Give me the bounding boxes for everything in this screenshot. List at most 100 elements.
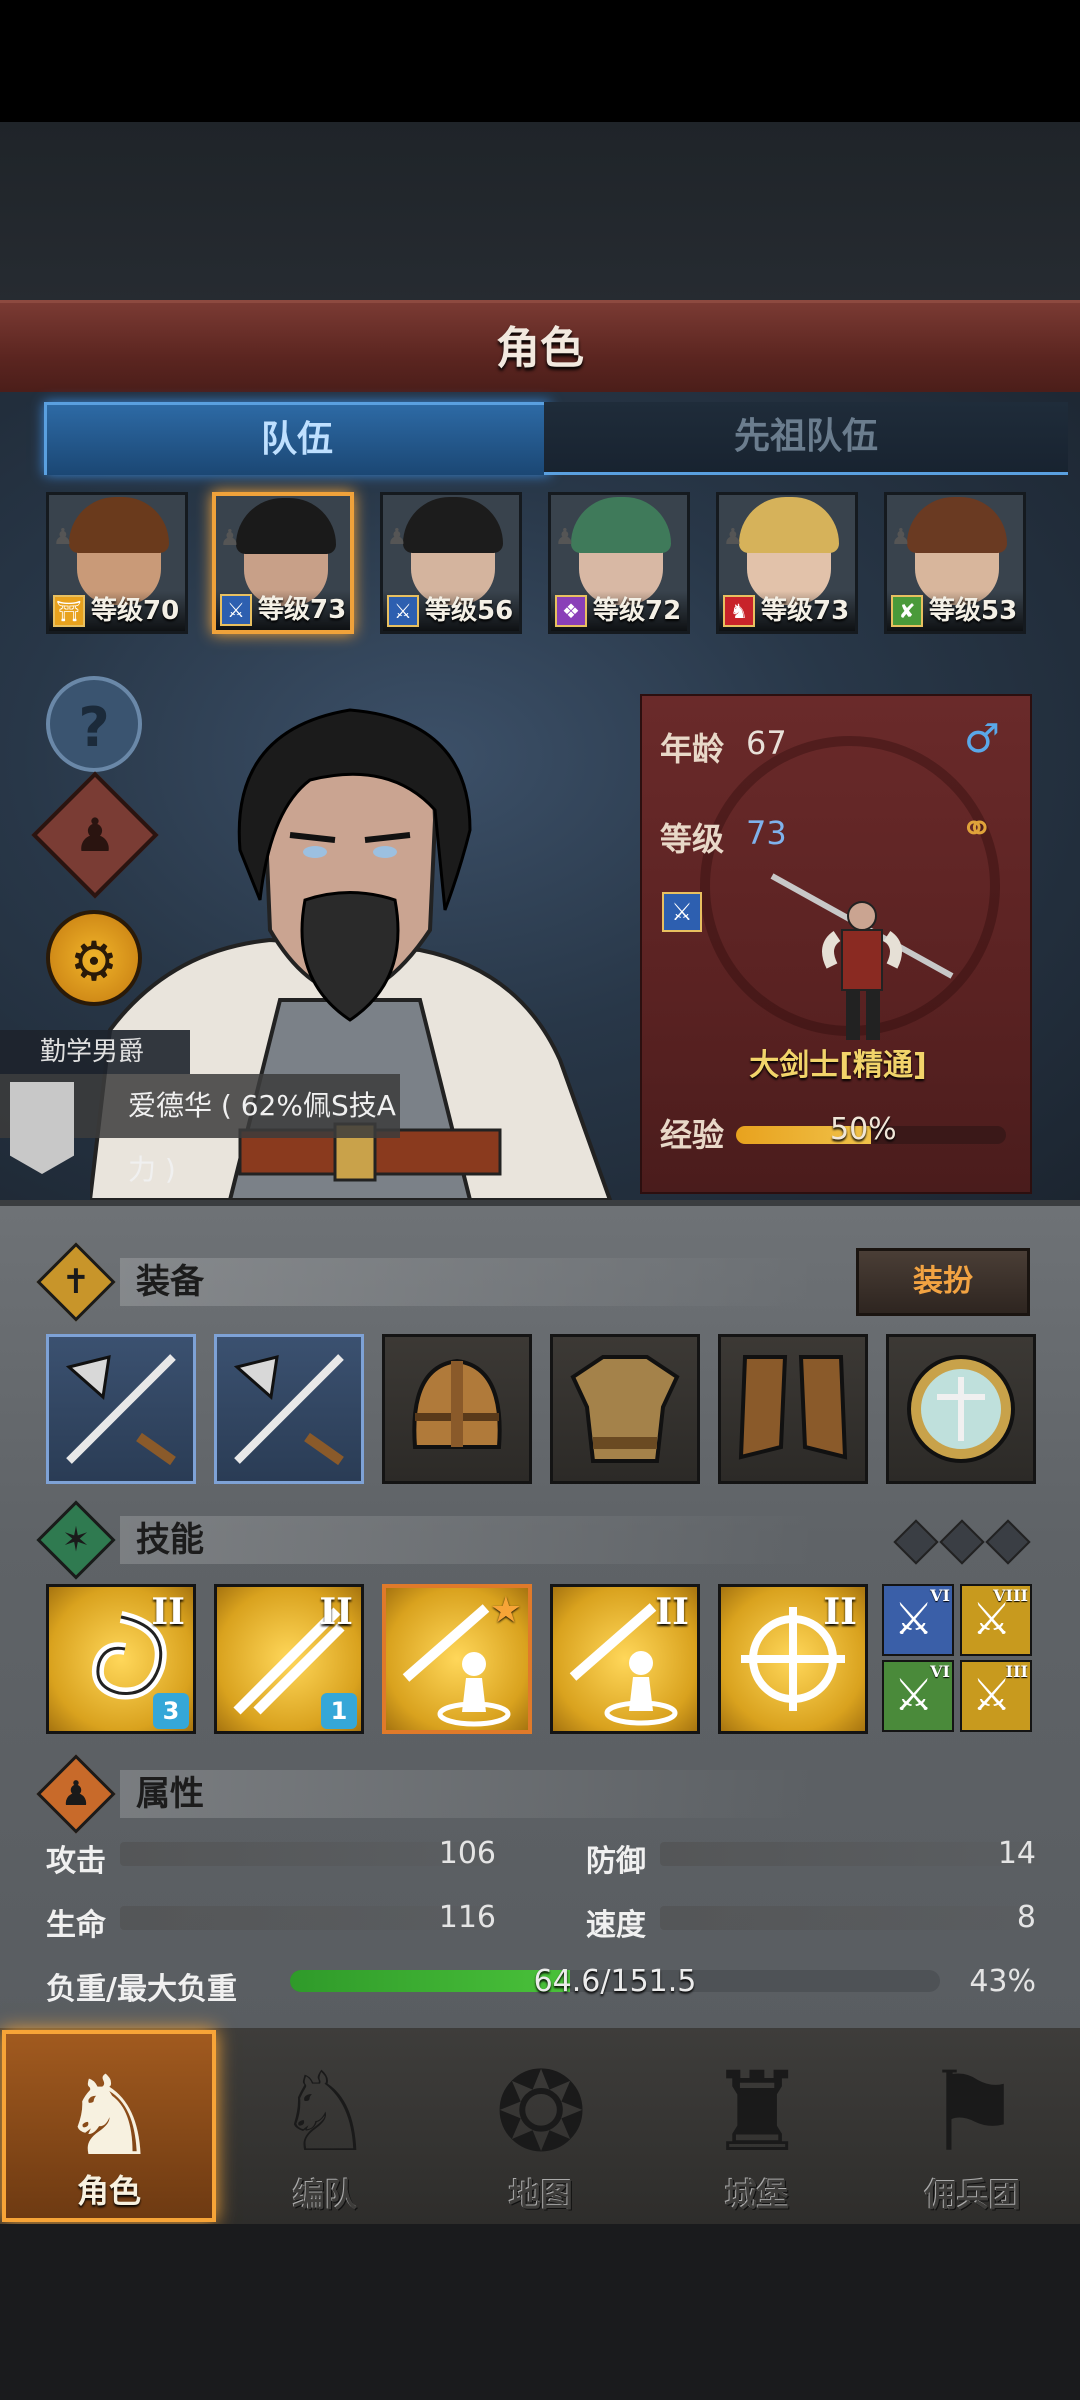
greatsword-icon: ⚔ — [220, 594, 252, 626]
equipment-slot[interactable] — [382, 1334, 532, 1484]
skill-slot[interactable]: ★ — [382, 1584, 532, 1734]
portrait-hair — [907, 497, 1007, 553]
silhouette-icon: ♟ — [220, 526, 240, 551]
skill-slot[interactable]: II — [718, 1584, 868, 1734]
nav-label: 城堡 — [724, 2176, 789, 2214]
silhouette-icon: ♟ — [387, 525, 407, 550]
knight-icon: ♞ — [59, 2052, 159, 2180]
skill-slot[interactable]: II 1 — [214, 1584, 364, 1734]
boots-icon — [721, 1337, 865, 1481]
passive-skill-slot[interactable]: ⚔ III — [960, 1660, 1032, 1732]
defense-value: 14 — [997, 1836, 1036, 1871]
portrait-hair — [403, 497, 503, 553]
passive-rank: VI — [930, 1662, 950, 1681]
helmet-icon: ♘ — [275, 2048, 375, 2176]
speed-label: 速度 — [586, 1908, 646, 1943]
person-icon: ♟ — [60, 1774, 92, 1814]
passive-skill-slot[interactable]: ⚔ VI — [882, 1660, 954, 1732]
shield-icon: ⛩ — [53, 595, 85, 627]
age-label: 年龄 — [660, 730, 725, 768]
equipment-slot[interactable] — [886, 1334, 1036, 1484]
attack-value: 106 — [438, 1836, 496, 1871]
portrait-hair — [69, 497, 169, 553]
skill-rank: II — [823, 1591, 857, 1633]
crossed-swords-icon: ⚔ — [894, 1594, 934, 1645]
exp-percent: 50% — [830, 1112, 897, 1147]
attributes-header: ♟ 属性 — [36, 1754, 1040, 1834]
cross-icon: ✝ — [61, 1262, 91, 1302]
level-label: 等级 — [660, 820, 725, 858]
attack-label: 攻击 — [46, 1844, 106, 1879]
beast-icon: ♞ — [723, 595, 755, 627]
nav-label: 编队 — [292, 2176, 357, 2214]
nav-label: 佣兵团 — [924, 2176, 1021, 2214]
skills-label: 技能 — [136, 1520, 204, 1560]
attributes-label: 属性 — [136, 1774, 204, 1814]
equipment-slot[interactable] — [46, 1334, 196, 1484]
portrait-hair — [571, 497, 671, 553]
compass-icon: ❂ — [494, 2048, 588, 2176]
load-label: 负重/最大负重 — [46, 1972, 237, 2007]
bottom-background — [0, 2224, 1080, 2400]
party-member-portrait[interactable]: ♟ 等级73 ⚔ — [212, 492, 354, 634]
title-bar: 角色 — [0, 300, 1080, 398]
passive-skill-slot[interactable]: ⚔ VI — [882, 1584, 954, 1656]
skill-rank: II — [655, 1591, 689, 1633]
silhouette-icon: ♟ — [891, 525, 911, 550]
banner-icon: ⚑ — [923, 2048, 1023, 2176]
amulet-icon — [889, 1337, 1033, 1481]
level-value: 73 — [746, 814, 787, 852]
equipment-slot[interactable] — [214, 1334, 364, 1484]
hp-value: 116 — [438, 1900, 496, 1935]
passive-rank: III — [1005, 1662, 1028, 1681]
banner-flag-icon — [10, 1082, 74, 1174]
party-member-portrait[interactable]: ♟ 等级72 ❖ — [548, 492, 690, 634]
greatsword-figure — [770, 873, 954, 1040]
party-member-portrait[interactable]: ♟ 等级53 ✘ — [884, 492, 1026, 634]
passive-skill-slot[interactable]: ⚔ VIII — [960, 1584, 1032, 1656]
tab-ancestor-party[interactable]: 先祖队伍 — [544, 402, 1068, 475]
speed-value: 8 — [1016, 1900, 1036, 1935]
skill-rank: II — [151, 1591, 185, 1633]
hp-label: 生命 — [46, 1908, 106, 1943]
halberd-icon — [217, 1337, 361, 1481]
male-icon: ♂ — [964, 716, 1000, 762]
star-icon: ✶ — [61, 1520, 91, 1560]
nav-item-formation[interactable]: ♘ 编队 — [218, 2030, 432, 2222]
hero-info-panel: 年龄 67 ♂ 等级 73 ⚭ ⚔ 大剑士[精通] 经验 50% — [640, 694, 1032, 1194]
nav-item-castle[interactable]: ♜ 城堡 — [650, 2030, 864, 2222]
top-background — [0, 122, 1080, 302]
passive-rank: VI — [930, 1586, 950, 1605]
class-name: 大剑士[精通] — [749, 1048, 927, 1083]
equipment-label: 装备 — [136, 1262, 204, 1302]
age-value: 67 — [746, 724, 787, 762]
staff-icon: ❖ — [555, 595, 587, 627]
portrait-hair — [739, 497, 839, 553]
skill-count-badge: 1 — [321, 1693, 357, 1729]
nav-label: 角色 — [76, 2172, 141, 2210]
party-member-portrait[interactable]: ♟ 等级70 ⛩ — [46, 492, 188, 634]
nav-item-character[interactable]: ♞ 角色 — [2, 2030, 216, 2222]
party-member-portrait[interactable]: ♟ 等级73 ♞ — [716, 492, 858, 634]
passive-rank: VIII — [993, 1586, 1028, 1605]
greatsword-class-icon: ⚔ — [662, 892, 702, 932]
hero-title-plate: 勤学男爵 — [0, 1030, 190, 1074]
defense-label: 防御 — [586, 1844, 646, 1879]
silhouette-icon: ♟ — [53, 525, 73, 550]
skill-slot[interactable]: II — [550, 1584, 700, 1734]
nav-item-map[interactable]: ❂ 地图 — [434, 2030, 648, 2222]
crossbow-icon: ✘ — [891, 595, 923, 627]
burst-icon: ⚔ — [894, 1670, 934, 1721]
equipment-slot[interactable] — [718, 1334, 868, 1484]
skill-slot[interactable]: II 3 — [46, 1584, 196, 1734]
halberd-icon — [49, 1337, 193, 1481]
ring-icon: ⚭ — [960, 806, 994, 852]
dress-up-button[interactable]: 装扮 — [856, 1248, 1030, 1316]
party-member-portrait[interactable]: ♟ 等级56 ⚔ — [380, 492, 522, 634]
skill-rank: II — [319, 1591, 353, 1633]
tab-party[interactable]: 队伍 — [44, 402, 550, 475]
portrait-hair — [236, 498, 336, 554]
star-icon: ★ — [489, 1590, 522, 1631]
equipment-slot[interactable] — [550, 1334, 700, 1484]
nav-item-mercenary[interactable]: ⚑ 佣兵团 — [866, 2030, 1080, 2222]
